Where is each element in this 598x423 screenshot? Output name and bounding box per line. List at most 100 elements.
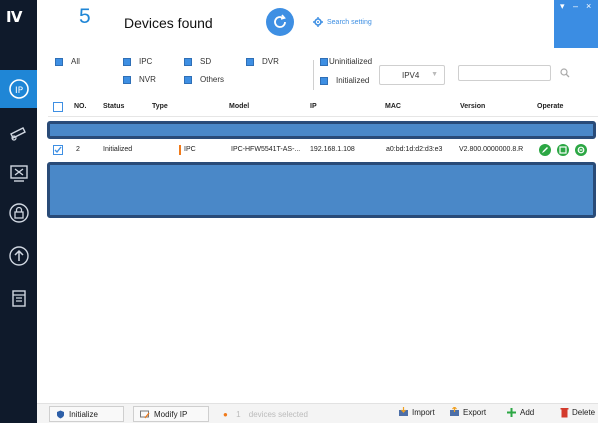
window-controls: ▾ – × (554, 0, 598, 48)
filter-all[interactable]: All (55, 57, 80, 66)
search-icon (560, 68, 570, 78)
trash-icon (560, 408, 569, 418)
checkbox-others[interactable] (184, 75, 192, 84)
document-icon (11, 290, 26, 307)
ip-version-select[interactable]: IPV4 ▼ (379, 65, 445, 85)
initialize-button[interactable]: Initialize (49, 406, 124, 422)
refresh-button[interactable] (266, 8, 294, 36)
search-setting-label: Search setting (327, 18, 372, 26)
checkbox-ipc[interactable] (123, 57, 131, 66)
gear-icon (313, 17, 323, 27)
filter-dvr[interactable]: DVR (246, 57, 279, 66)
search-button[interactable] (556, 64, 574, 82)
filter-all-label: All (71, 57, 80, 66)
check-icon (54, 146, 62, 154)
filter-uninitialized-label: Uninitialized (329, 57, 373, 66)
cell-ip: 192.168.1.108 (310, 146, 355, 153)
link-button[interactable] (575, 144, 587, 156)
sidebar-item-ip[interactable]: IP (0, 70, 37, 108)
filter-others[interactable]: Others (184, 75, 224, 84)
add-button[interactable]: Add (506, 407, 534, 418)
sidebar-item-upgrade[interactable] (0, 237, 37, 275)
edit-button[interactable] (539, 144, 551, 156)
filter-nvr[interactable]: NVR (123, 75, 156, 84)
filter-ipc[interactable]: IPC (123, 57, 152, 66)
selected-label: devices selected (248, 410, 308, 419)
row-checkbox[interactable] (53, 145, 63, 155)
col-status[interactable]: Status (103, 103, 124, 110)
filter-ipc-label: IPC (139, 57, 153, 66)
masked-row (47, 121, 596, 139)
lock-icon (8, 203, 29, 223)
type-marker (179, 145, 181, 155)
web-icon (559, 146, 567, 154)
svg-text:IP: IP (14, 86, 23, 96)
plus-icon (507, 408, 516, 417)
sidebar-item-tools[interactable] (0, 154, 37, 192)
filter-sd[interactable]: SD (184, 57, 211, 66)
masked-rows (47, 162, 596, 218)
checkbox-initialized[interactable] (320, 76, 328, 85)
cell-no: 2 (76, 146, 80, 153)
cell-version: V2.800.0000000.8.R (459, 146, 524, 153)
delete-label: Delete (572, 408, 596, 417)
col-type[interactable]: Type (152, 103, 168, 110)
selection-dot: ● (223, 410, 228, 419)
app-logo: Ⅳ (6, 8, 23, 26)
add-label: Add (520, 408, 535, 417)
filter-uninitialized[interactable]: Uninitialized (320, 57, 372, 66)
export-label: Export (463, 407, 487, 417)
bottom-toolbar: Initialize Modify IP ● 1 devices selecte… (37, 403, 598, 423)
col-ip[interactable]: IP (310, 103, 317, 110)
sidebar-item-security[interactable] (0, 194, 37, 232)
filter-initialized[interactable]: Initialized (320, 76, 369, 85)
select-all-checkbox[interactable] (53, 102, 63, 112)
import-label: Import (412, 407, 435, 417)
checkbox-sd[interactable] (184, 57, 192, 66)
filter-sd-label: SD (200, 57, 212, 66)
col-operate[interactable]: Operate (537, 103, 563, 110)
col-mac[interactable]: MAC (385, 103, 401, 110)
export-icon (450, 407, 459, 416)
cell-model: IPC-HFW5541T-AS-... (231, 146, 301, 153)
devices-found-label: Devices found (124, 15, 213, 31)
ip-version-value: IPV4 (402, 71, 420, 80)
cell-status: Initialized (103, 146, 133, 153)
sidebar: Ⅳ IP (0, 0, 37, 423)
col-no[interactable]: NO. (74, 103, 86, 110)
checkbox-nvr[interactable] (123, 75, 131, 84)
upgrade-icon (8, 246, 29, 266)
selected-count: 1 (236, 410, 241, 419)
sidebar-item-camera[interactable] (0, 114, 37, 152)
table-row[interactable]: 2 Initialized IPC IPC-HFW5541T-AS-... 19… (48, 143, 598, 159)
search-setting-link[interactable]: Search setting (313, 17, 372, 27)
close-button[interactable]: × (586, 1, 591, 11)
web-button[interactable] (557, 144, 569, 156)
search-input[interactable] (458, 65, 551, 81)
sidebar-item-documents[interactable] (0, 279, 37, 317)
shield-icon (57, 410, 64, 418)
ip-icon: IP (8, 79, 29, 99)
filter-others-label: Others (200, 75, 225, 84)
import-icon (399, 407, 408, 416)
col-model[interactable]: Model (229, 103, 249, 110)
cell-mac: a0:bd:1d:d2:d3:e3 (386, 146, 443, 153)
filter-divider (313, 60, 314, 90)
link-icon (577, 146, 585, 154)
col-version[interactable]: Version (460, 103, 485, 110)
checkbox-dvr[interactable] (246, 57, 254, 66)
minimize-button[interactable]: – (573, 1, 578, 11)
initialize-label: Initialize (69, 409, 98, 419)
modify-ip-button[interactable]: Modify IP (133, 406, 209, 422)
import-button[interactable]: Import (398, 407, 435, 417)
export-button[interactable]: Export (449, 407, 486, 417)
checkbox-uninitialized[interactable] (320, 57, 328, 66)
modify-ip-icon (140, 410, 150, 418)
checkbox-all[interactable] (55, 57, 63, 66)
cell-type: IPC (184, 146, 196, 153)
selection-info: ● 1 devices selected (223, 410, 308, 419)
tools-icon (9, 165, 28, 182)
table-header: NO. Status Type Model IP MAC Version Ope… (48, 99, 598, 117)
window-menu-button[interactable]: ▾ (560, 1, 565, 12)
delete-button[interactable]: Delete (560, 407, 595, 418)
